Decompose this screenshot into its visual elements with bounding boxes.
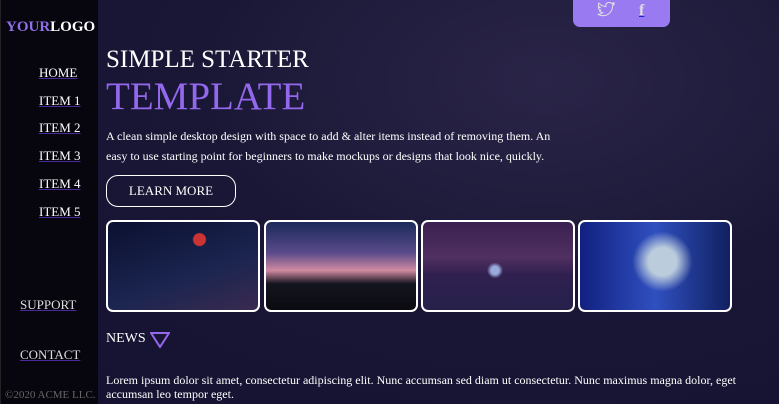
nav-item-4[interactable]: ITEM 4	[39, 176, 81, 192]
support-link[interactable]: SUPPORT	[20, 297, 76, 313]
nav-item-1[interactable]: ITEM 1	[39, 93, 81, 109]
learn-more-button[interactable]: LEARN MORE	[106, 175, 236, 207]
sidebar: YOURLOGO HOME ITEM 1 ITEM 2 ITEM 3 ITEM …	[0, 0, 98, 404]
facebook-icon[interactable]: f	[639, 2, 644, 20]
triangle-down-icon[interactable]	[150, 332, 170, 348]
nav-item-5[interactable]: ITEM 5	[39, 204, 81, 220]
nav-item-2[interactable]: ITEM 2	[39, 120, 81, 136]
hero-title: SIMPLE STARTER	[106, 46, 309, 73]
news-body: Lorem ipsum dolor sit amet, consectetur …	[106, 373, 737, 401]
copyright: ©2020 ACME LLC.	[5, 389, 96, 401]
hero-description: A clean simple desktop design with space…	[106, 129, 551, 163]
logo-part1: YOUR	[6, 19, 51, 35]
gallery-image-night-sky[interactable]	[106, 220, 260, 312]
logo[interactable]: YOURLOGO	[6, 19, 95, 36]
gallery-image-portrait[interactable]	[578, 220, 732, 312]
twitter-icon[interactable]	[597, 1, 616, 23]
hero-subtitle: TEMPLATE	[106, 75, 306, 118]
nav-item-3[interactable]: ITEM 3	[39, 148, 81, 164]
gallery-image-rocks-sunset[interactable]	[264, 220, 418, 312]
nav-home[interactable]: HOME	[39, 65, 77, 81]
logo-part2: LOGO	[50, 19, 96, 35]
news-heading: NEWS	[106, 331, 146, 346]
social-bar: f	[573, 0, 670, 27]
contact-link[interactable]: CONTACT	[20, 347, 80, 363]
gallery-image-snow-light[interactable]	[421, 220, 575, 312]
